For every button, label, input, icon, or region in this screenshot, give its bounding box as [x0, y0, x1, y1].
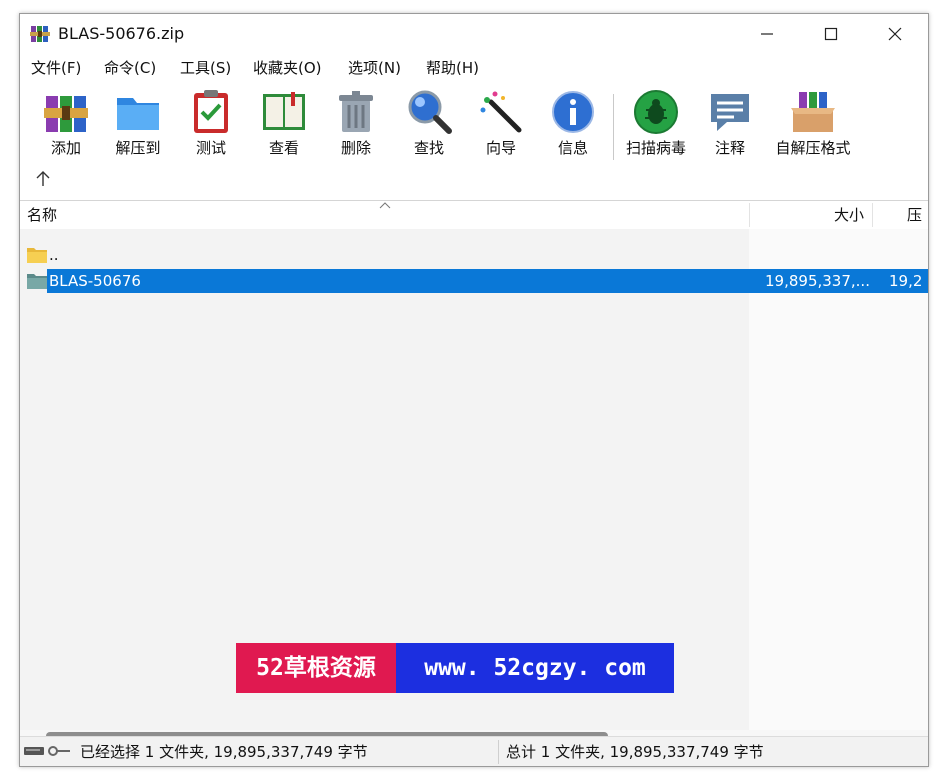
menu-favorites[interactable]: 收藏夹(O): [251, 58, 324, 78]
watermark-banner: 52草根资源 www. 52cgzy. com: [236, 643, 674, 693]
menu-tools[interactable]: 工具(S): [178, 58, 233, 78]
winrar-app-icon: [30, 26, 50, 42]
file-size: 19,895,337,...: [765, 272, 870, 290]
bug-scan-icon: [634, 90, 678, 134]
sfx-label: 自解压格式: [775, 139, 851, 157]
menu-commands[interactable]: 命令(C): [102, 58, 158, 78]
find-button[interactable]: 查找: [396, 84, 462, 162]
window-title: BLAS-50676.zip: [58, 24, 185, 43]
add-button[interactable]: 添加: [33, 84, 99, 162]
file-row-selected[interactable]: BLAS-50676 19,895,337,... 19,2: [20, 269, 928, 293]
sfx-button[interactable]: 自解压格式: [775, 84, 851, 162]
menu-options[interactable]: 选项(N): [346, 58, 403, 78]
file-name: BLAS-50676: [49, 272, 141, 290]
status-divider: [498, 740, 499, 764]
watermark-url: www. 52cgzy. com: [396, 643, 674, 693]
file-name: ..: [49, 246, 59, 264]
sfx-box-icon: [791, 92, 835, 132]
magnifier-icon: [408, 90, 452, 134]
menu-help[interactable]: 帮助(H): [424, 58, 481, 78]
add-archive-icon: [44, 96, 88, 132]
status-bar: 已经选择 1 文件夹, 19,895,337,749 字节 总计 1 文件夹, …: [20, 736, 928, 766]
speech-bubble-icon: [711, 94, 749, 131]
status-total: 总计 1 文件夹, 19,895,337,749 字节: [506, 743, 764, 761]
column-name-header[interactable]: 名称: [27, 206, 57, 224]
arrow-up-icon: [36, 171, 50, 186]
trash-can-icon: [339, 91, 373, 132]
file-list-header: 名称 大小 压: [20, 201, 928, 229]
parent-folder-row[interactable]: ..: [20, 243, 928, 267]
comment-button[interactable]: 注释: [697, 84, 763, 162]
clipboard-check-icon: [194, 90, 228, 133]
wizard-button[interactable]: 向导: [468, 84, 534, 162]
file-packed-size: 19,2: [889, 272, 923, 290]
size-column-area: [749, 229, 928, 731]
minimize-button[interactable]: [744, 14, 790, 54]
maximize-button[interactable]: [808, 14, 854, 54]
column-divider[interactable]: [872, 203, 873, 227]
folder-icon: [27, 248, 47, 263]
info-button[interactable]: 信息: [540, 84, 606, 162]
menu-bar: 文件(F) 命令(C) 工具(S) 收藏夹(O) 选项(N) 帮助(H): [20, 54, 928, 82]
watermark-site-name: 52草根资源: [236, 643, 396, 693]
sort-ascending-icon: [379, 202, 391, 209]
close-button[interactable]: [872, 14, 918, 54]
minimize-icon: [761, 33, 773, 35]
test-button[interactable]: 测试: [178, 84, 244, 162]
up-folder-button[interactable]: [32, 168, 54, 190]
drive-key-icon: [24, 746, 70, 756]
title-bar: BLAS-50676.zip: [20, 14, 928, 54]
extract-to-button[interactable]: 解压到: [105, 84, 171, 162]
menu-file[interactable]: 文件(F): [29, 58, 83, 78]
column-packed-header[interactable]: 压: [907, 206, 922, 224]
open-book-icon: [263, 92, 305, 130]
close-icon: [888, 27, 902, 41]
maximize-icon: [824, 27, 838, 41]
info-icon: [552, 91, 594, 133]
folder-icon: [117, 98, 159, 130]
toolbar: 添加 解压到 测试 查看 删除 查找 向导 信息 扫描病毒 注释 自解压格式: [20, 82, 928, 200]
delete-button[interactable]: 删除: [323, 84, 389, 162]
folder-icon: [27, 274, 47, 289]
column-divider[interactable]: [749, 203, 750, 227]
column-size-header[interactable]: 大小: [834, 206, 864, 224]
comment-label: 注释: [714, 139, 745, 157]
view-button[interactable]: 查看: [251, 84, 317, 162]
info-label: 信息: [557, 139, 588, 157]
magic-wand-icon: [480, 91, 522, 133]
virus-scan-button[interactable]: 扫描病毒: [623, 84, 689, 162]
status-selected: 已经选择 1 文件夹, 19,895,337,749 字节: [80, 743, 368, 761]
